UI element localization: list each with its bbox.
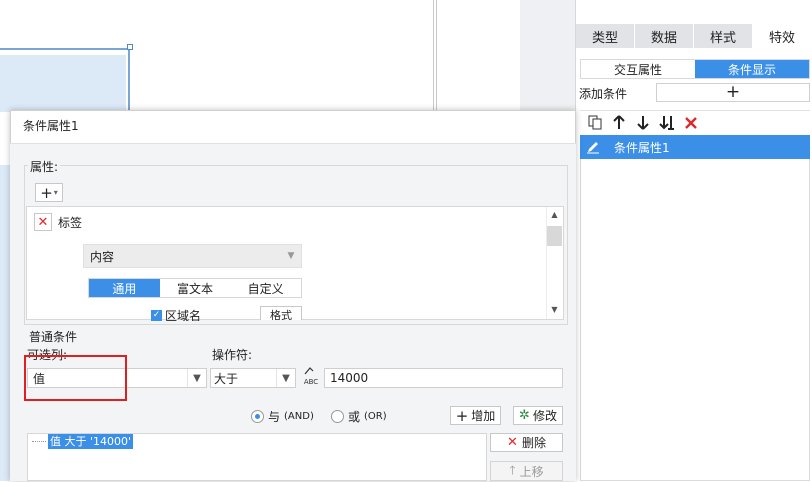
add-button[interactable]: + 增加 (450, 406, 501, 425)
tab-style[interactable]: 样式 (694, 24, 753, 48)
scroll-up-icon[interactable]: ▲ (546, 207, 563, 223)
radio-selected-icon (251, 410, 264, 423)
move-up-label: 上移 (519, 464, 544, 479)
tab-data[interactable]: 数据 (635, 24, 694, 48)
segment-rich-text[interactable]: 富文本 (159, 279, 231, 297)
normal-condition-label: 普通条件 (29, 330, 78, 344)
plus-icon: + (40, 183, 53, 202)
condition-list (580, 135, 810, 481)
arrow-down-icon[interactable] (634, 114, 652, 132)
add-condition-label: 添加条件 (579, 87, 628, 101)
edit-button[interactable]: ✲ 修改 (513, 406, 563, 425)
add-attribute-button[interactable]: + ▾ (35, 183, 63, 202)
canvas-divider (433, 0, 437, 112)
radio-unselected-icon (331, 410, 344, 423)
remove-attribute-icon[interactable]: ✕ (34, 213, 52, 231)
arrow-up-icon: 🡑 (509, 462, 516, 477)
effect-subtabs: 交互属性 条件显示 (580, 59, 810, 79)
chevron-down-icon: ▼ (287, 251, 295, 261)
value-input[interactable]: 14000 (324, 368, 563, 388)
content-select-value: 内容 (90, 249, 115, 264)
add-condition-button[interactable]: + (656, 83, 810, 102)
tree-connector (32, 441, 46, 442)
tab-type[interactable]: 类型 (576, 24, 635, 48)
operator-select-value: 大于 (214, 371, 239, 386)
delete-button-label: 删除 (521, 436, 546, 450)
chevron-down-icon: ▼ (187, 369, 206, 387)
delete-icon[interactable] (682, 114, 700, 132)
segment-custom[interactable]: 自定义 (230, 279, 302, 297)
radio-and[interactable]: 与 (AND) (251, 408, 314, 425)
subtab-conditional-display[interactable]: 条件显示 (695, 60, 809, 78)
arrow-up-icon[interactable] (610, 114, 628, 132)
or-suffix: (OR) (364, 411, 387, 422)
attribute-label-tag: 标签 (58, 216, 83, 230)
condition-tree-item[interactable]: 值 大于 '14000' (48, 434, 134, 449)
label-type-segments: 通用 富文本 自定义 (88, 278, 302, 298)
highlight-annotation-box (24, 355, 127, 401)
add-button-label: 增加 (471, 409, 496, 423)
and-suffix: (AND) (284, 411, 314, 422)
operator-select[interactable]: 大于 ▼ (210, 368, 296, 388)
condition-list-item[interactable]: 条件属性1 (580, 135, 810, 159)
plus-icon: + (725, 82, 741, 102)
move-bottom-icon[interactable] (658, 114, 676, 132)
and-label: 与 (268, 410, 281, 424)
condition-item-label: 条件属性1 (614, 140, 670, 155)
edit-button-label: 修改 (532, 409, 557, 423)
scroll-thumb[interactable] (547, 226, 562, 246)
radio-or[interactable]: 或 (OR) (331, 408, 387, 425)
scroll-down-icon[interactable]: ▼ (546, 302, 563, 318)
map-chart-edge (0, 165, 10, 481)
checkbox-checked-icon: ✓ (151, 309, 162, 321)
delete-x-icon: ✕ (507, 435, 518, 450)
content-select[interactable]: 内容 ▼ (83, 244, 302, 268)
property-tabs: 类型 数据 样式 特效 (576, 24, 812, 48)
tab-effects[interactable]: 特效 (753, 24, 812, 48)
subtab-interaction[interactable]: 交互属性 (581, 60, 695, 78)
value-type-text: ABC (303, 378, 319, 386)
or-label: 或 (348, 410, 361, 424)
delete-button[interactable]: ✕ 删除 (490, 433, 563, 452)
move-up-button[interactable]: 🡑 上移 (490, 461, 563, 481)
region-name-checkbox[interactable]: ✓ 区域名 (151, 309, 201, 321)
region-name-label: 区域名 (165, 309, 202, 321)
resize-handle[interactable] (127, 44, 133, 50)
segment-general[interactable]: 通用 (89, 279, 160, 297)
format-button[interactable]: 格式 (260, 306, 302, 320)
dialog-title: 条件属性1 (23, 119, 79, 133)
edit-gear-icon: ✲ (519, 408, 530, 423)
condition-toolbar (580, 110, 810, 134)
attribute-legend: 属性: (28, 158, 61, 175)
value-type-icon[interactable]: ABC (300, 366, 322, 388)
operator-label: 操作符: (212, 348, 253, 362)
chart-selection-frame (0, 48, 130, 112)
edit-pencil-icon (580, 135, 606, 159)
dropdown-arrow-icon: ▾ (53, 188, 58, 197)
plus-icon: + (455, 406, 469, 425)
copy-icon[interactable] (586, 114, 604, 132)
chevron-down-icon: ▼ (276, 369, 295, 387)
